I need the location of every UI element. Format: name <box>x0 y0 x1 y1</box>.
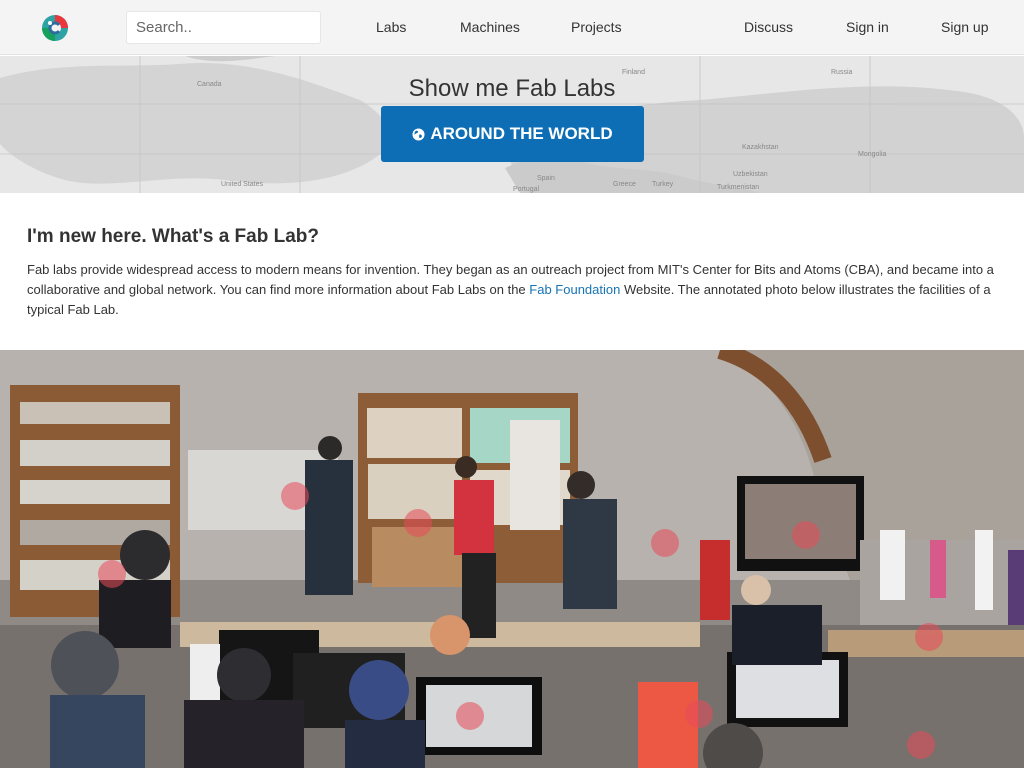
map-label: Turkey <box>652 181 674 188</box>
map-label: Uzbekistan <box>733 171 768 178</box>
navbar: Labs Machines Projects Discuss Sign in S… <box>0 0 1024 55</box>
nav-labs-link[interactable]: Labs <box>376 19 406 35</box>
hotspot-vinyl-cutter[interactable] <box>907 731 935 759</box>
hero-title: Show me Fab Labs <box>408 75 616 102</box>
nav-discuss-link[interactable]: Discuss <box>744 19 793 35</box>
hotspot-3d-printer[interactable] <box>685 700 713 728</box>
nav-sign-up-link[interactable]: Sign up <box>941 19 988 35</box>
hotspot-computer[interactable] <box>456 702 484 730</box>
fab-lab-logo-icon[interactable] <box>40 13 70 43</box>
map-label: Turkmenistan <box>717 184 759 191</box>
intro-paragraph: Fab labs provide widespread access to mo… <box>27 260 1002 320</box>
search-input[interactable] <box>126 11 321 44</box>
map-label: Kazakhstan <box>742 144 779 151</box>
map-label: Portugal <box>513 186 540 193</box>
around-the-world-label: AROUND THE WORLD <box>430 124 613 143</box>
hotspot-laser-cutter[interactable] <box>281 482 309 510</box>
fab-foundation-link[interactable]: Fab Foundation <box>529 282 620 297</box>
map-label: Greece <box>613 181 636 188</box>
hotspot-electronics-bench[interactable] <box>404 509 432 537</box>
globe-icon <box>412 127 425 141</box>
nav-sign-in-link[interactable]: Sign in <box>846 19 889 35</box>
around-the-world-button[interactable]: AROUND THE WORLD <box>381 106 644 162</box>
map-label: United States <box>221 181 264 188</box>
annotated-fab-lab-photo <box>0 350 1024 768</box>
nav-projects-link[interactable]: Projects <box>571 19 622 35</box>
map-label: Mongolia <box>858 151 887 158</box>
nav-machines-link[interactable]: Machines <box>460 19 520 35</box>
intro-heading: I'm new here. What's a Fab Lab? <box>27 226 319 247</box>
hotspot-workstation[interactable] <box>98 560 126 588</box>
hotspot-materials[interactable] <box>915 623 943 651</box>
hotspot-storage[interactable] <box>651 529 679 557</box>
hotspot-display[interactable] <box>792 521 820 549</box>
fab-lab-photo-illustration <box>0 350 1024 768</box>
map-label: Spain <box>537 175 555 182</box>
